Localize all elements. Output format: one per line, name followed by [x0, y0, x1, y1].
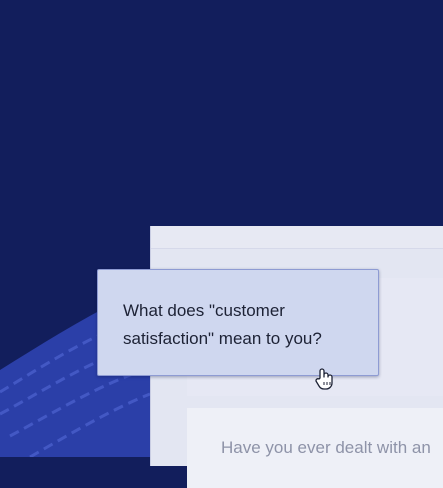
panel-header-strip: [151, 226, 443, 249]
tooltip-line-1: What does "customer: [123, 301, 285, 320]
tooltip-text: What does "customer satisfaction" mean t…: [123, 297, 363, 353]
question-card-text: Have you ever dealt with an: [221, 438, 431, 457]
question-tooltip[interactable]: What does "customer satisfaction" mean t…: [97, 269, 379, 376]
tooltip-line-2: satisfaction" mean to you?: [123, 329, 322, 348]
hand-pointer-icon: [315, 368, 333, 390]
